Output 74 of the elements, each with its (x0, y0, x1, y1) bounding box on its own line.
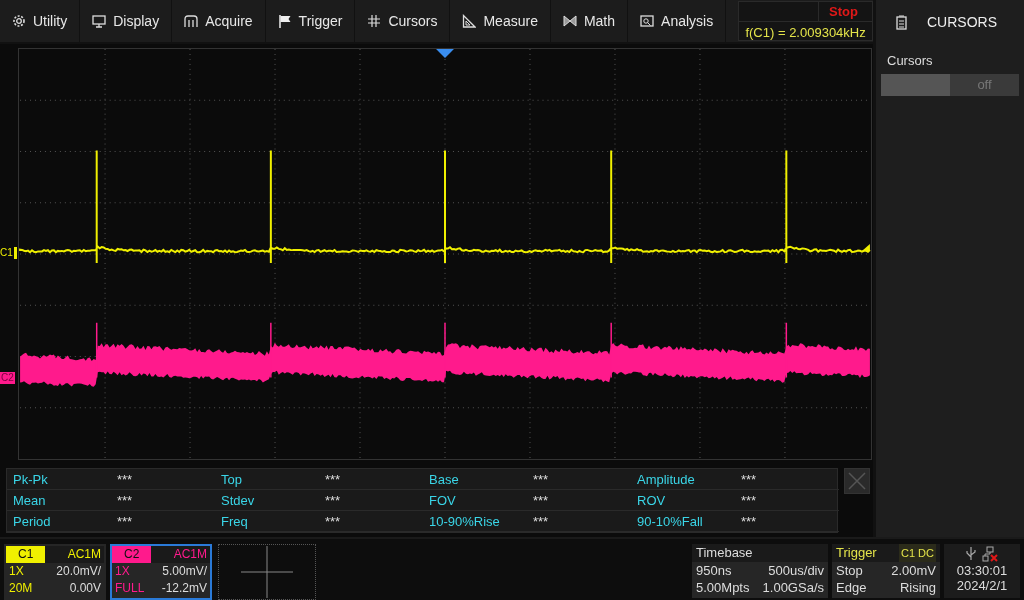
measure-name: 10-90%Rise (423, 511, 527, 532)
trigger-slope: Rising (899, 579, 936, 596)
trigger-panel[interactable]: Trigger C1 DC Stop 2.00mV Edge Rising (832, 544, 940, 598)
network-disconnected-icon (982, 545, 998, 562)
trigger-title: Trigger (836, 544, 877, 562)
measure-name: Stdev (215, 490, 319, 511)
math-icon (562, 14, 577, 28)
crosshair-icon (241, 546, 293, 598)
monitor-icon (92, 14, 107, 28)
measure-value: *** (111, 490, 215, 511)
frequency-readout: f(C1) = 2.009304kHz (744, 24, 867, 42)
bandwidth-label: 20M (9, 580, 33, 597)
measure-value: *** (111, 511, 215, 532)
trigger-position-icon[interactable] (436, 49, 454, 58)
gear-icon (12, 14, 26, 28)
add-channel-button[interactable] (218, 544, 316, 600)
close-button[interactable] (844, 468, 870, 494)
measure-value: *** (527, 469, 631, 490)
setting-label: Cursors (886, 52, 934, 70)
scale-value: 20.0mV/ (56, 563, 101, 580)
scale-value: 5.00mV/ (162, 563, 207, 580)
ruler-icon (462, 14, 477, 28)
measure-value: *** (319, 511, 423, 532)
probe-label: 1X (9, 563, 24, 580)
measure-value: *** (319, 469, 423, 490)
measure-name: ROV (631, 490, 735, 511)
sample-rate: 1.00GSa/s (762, 579, 824, 596)
analysis-icon (640, 14, 655, 28)
close-icon (848, 472, 866, 490)
panel-title: CURSORS (927, 14, 997, 30)
measure-name: Base (423, 469, 527, 490)
measure-name: 90-10%Fall (631, 511, 735, 532)
scale-value: 500us/div (768, 562, 824, 579)
trigger-state: Stop (836, 562, 863, 579)
flag-icon (277, 14, 292, 28)
measure-value: *** (735, 490, 839, 511)
measure-value: *** (319, 490, 423, 511)
channel-marker: C2 (0, 372, 15, 384)
channel-badge: C2 (112, 546, 152, 563)
clipboard-icon (896, 14, 907, 30)
acquire-icon (184, 14, 199, 28)
measure-name: Freq (215, 511, 319, 532)
timebase-panel[interactable]: Timebase 950ns 500us/div 5.00Mpts 1.00GSa/s (692, 544, 828, 598)
measure-value: *** (111, 469, 215, 490)
timebase-title: Timebase (696, 544, 753, 562)
measure-value: *** (527, 490, 631, 511)
trigger-type: Edge (836, 579, 867, 596)
clock-time: 03:30:01 (956, 563, 1008, 578)
clock-date: 2024/2/1 (956, 578, 1008, 593)
bandwidth-label: FULL (115, 580, 145, 597)
measure-value: *** (735, 511, 839, 532)
trigger-source: C1 DC (899, 544, 936, 562)
measure-value: *** (527, 511, 631, 532)
probe-label: 1X (115, 563, 130, 580)
measure-name: Period (7, 511, 111, 532)
measure-name: FOV (423, 490, 527, 511)
coupling-label: AC1M (173, 546, 208, 563)
channel-badge: C1 (6, 546, 46, 563)
channel-box[interactable]: C1 AC1M 1X 20.0mV/ 20M 0.00V (4, 544, 106, 600)
measure-name: Mean (7, 490, 111, 511)
usb-icon (966, 546, 976, 561)
measure-name: Amplitude (631, 469, 735, 490)
trigger-level: 2.00mV (891, 562, 936, 579)
measure-value: *** (735, 469, 839, 490)
measure-name: Top (215, 469, 319, 490)
offset-value: 0.00V (69, 580, 101, 597)
delay-value: 950ns (696, 562, 732, 579)
offset-value: -12.2mV (161, 580, 207, 597)
grid-icon (367, 14, 382, 28)
channel-box[interactable]: C2 AC1M 1X 5.00mV/ FULL -12.2mV (110, 544, 212, 600)
memory-depth: 5.00Mpts (696, 579, 750, 596)
run-state: Stop (818, 2, 872, 21)
coupling-label: AC1M (67, 546, 102, 563)
measure-name: Pk-Pk (7, 469, 111, 490)
